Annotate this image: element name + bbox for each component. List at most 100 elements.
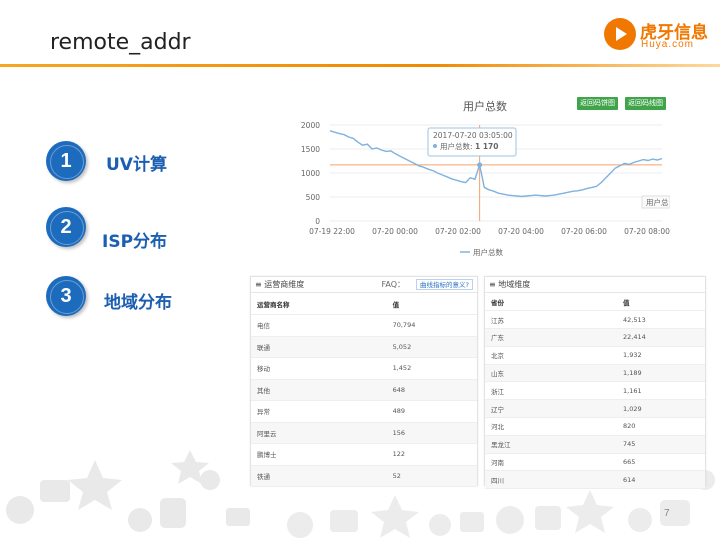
- y-tick-label: 0: [315, 217, 320, 226]
- number-badge: 2: [46, 207, 86, 247]
- region-name-cell: 辽宁: [491, 405, 504, 414]
- x-tick-label: 07-20 06:00: [561, 227, 607, 236]
- isp-name-cell: 其他: [257, 386, 270, 395]
- region-name-cell: 北京: [491, 352, 504, 361]
- table-row: 铁通 52: [251, 465, 477, 487]
- isp-name-cell: 移动: [257, 365, 270, 374]
- isp-value-cell: 156: [392, 428, 406, 437]
- isp-header-1: 值: [392, 300, 400, 309]
- region-value-cell: 820: [623, 422, 636, 431]
- tooltip-label: 用户总数:: [440, 141, 473, 151]
- x-tick-label: 07-20 08:00: [624, 227, 670, 236]
- y-tick-label: 2000: [301, 121, 320, 130]
- table-row: 广东 22,414: [485, 328, 705, 347]
- user-total-chart: 0 500 1000 1500 2000 07-19 22:00 07-20 00:00 07…: [300, 92, 670, 262]
- y-tick-label: 1000: [301, 169, 320, 178]
- menu-icon: ≡: [489, 280, 499, 289]
- isp-name-cell: 电信: [257, 322, 270, 331]
- table-row: 辽宁 1,029: [485, 399, 705, 418]
- header-divider: [0, 64, 720, 67]
- isp-value-cell: 52: [392, 471, 401, 480]
- huya-logo: 虎牙信息 Huya.com: [604, 18, 708, 52]
- region-value-cell: 1,029: [623, 404, 642, 413]
- table-row: 鹏博士 122: [251, 444, 477, 465]
- logo-text-en: Huya.com: [641, 39, 695, 50]
- tooltip-marker: [433, 144, 437, 148]
- side-label: 用户总: [646, 197, 669, 207]
- region-value-cell: 1,161: [623, 386, 642, 395]
- y-tick-label: 500: [306, 193, 321, 202]
- number-badge: 3: [46, 276, 86, 316]
- isp-value-cell: 5,052: [392, 342, 412, 351]
- number-badge: 1: [46, 141, 86, 181]
- table-row: 浙江 1,161: [485, 382, 705, 400]
- isp-value-cell: 122: [392, 450, 406, 459]
- table-row: 电信 70,794: [251, 315, 477, 336]
- isp-value-cell: 648: [392, 385, 406, 394]
- isp-name-cell: 阿里云: [257, 429, 277, 438]
- table-row: 山东 1,189: [485, 364, 705, 382]
- isp-panel-header: ≡ 运营商维度 FAQ： 曲线指标的意义?: [251, 277, 477, 293]
- table-row: 河北 820: [485, 418, 705, 436]
- region-name-cell: 浙江: [491, 387, 504, 396]
- y-tick-label: 1500: [301, 145, 320, 154]
- isp-value-cell: 1,452: [392, 364, 412, 373]
- region-header-1: 值: [623, 298, 630, 307]
- x-tick-label: 07-19 22:00: [309, 227, 355, 236]
- region-name-cell: 黑龙江: [491, 441, 511, 450]
- table-row: 河南 665: [485, 453, 705, 471]
- region-value-cell: 665: [623, 458, 636, 467]
- table-row: 异常 489: [251, 401, 477, 422]
- faq-link[interactable]: 曲线指标的意义?: [416, 279, 473, 290]
- line-chart: 0 500 1000 1500 2000 07-19 22:00 07-20 00:00 07…: [301, 121, 670, 257]
- table-row: 阿里云 156: [251, 422, 477, 444]
- region-value-cell: 745: [623, 440, 636, 449]
- isp-panel: ≡ 运营商维度 FAQ： 曲线指标的意义? 运营商名称 值电信 70,794 联通 5,…: [250, 276, 478, 487]
- item-label: ISP分布: [102, 232, 168, 252]
- region-header-0: 省份: [491, 298, 504, 307]
- page-number: 7: [664, 508, 670, 519]
- region-value-cell: 42,513: [623, 315, 646, 324]
- faq-label: FAQ：: [381, 280, 406, 289]
- region-name-cell: 广东: [491, 334, 504, 343]
- pie-chart-button[interactable]: 返回码饼图: [577, 97, 618, 110]
- tooltip-value: 1 170: [475, 142, 499, 151]
- menu-icon: ≡: [255, 280, 265, 289]
- region-value-cell: 1,189: [623, 369, 642, 378]
- isp-header-0: 运营商名称: [257, 300, 290, 309]
- isp-value-cell: 489: [392, 407, 406, 416]
- region-name-cell: 江苏: [491, 316, 504, 325]
- table-row: 江苏 42,513: [485, 311, 705, 329]
- legend-label: 用户总数: [473, 247, 503, 257]
- isp-name-cell: 鹏博士: [257, 451, 277, 460]
- x-tick-label: 07-20 00:00: [372, 227, 418, 236]
- hover-point: [477, 162, 483, 168]
- table-row: 四川 614: [485, 470, 705, 489]
- region-name-cell: 河北: [491, 423, 504, 432]
- table-row: 移动 1,452: [251, 358, 477, 379]
- item-label: UV计算: [106, 155, 167, 175]
- table-row: 其他 648: [251, 379, 477, 401]
- isp-name-cell: 联通: [257, 343, 270, 352]
- play-icon: [604, 18, 636, 50]
- table-row: 北京 1,932: [485, 346, 705, 365]
- x-tick-label: 07-20 04:00: [498, 227, 544, 236]
- region-name-cell: 河南: [491, 459, 504, 468]
- region-value-cell: 22,414: [623, 333, 646, 342]
- table-row: 黑龙江 745: [485, 435, 705, 454]
- region-name-cell: 四川: [491, 476, 504, 485]
- isp-name-cell: 异常: [257, 408, 270, 417]
- region-table: 省份 值江苏 42,513 广东 22,414 北京 1,932 山东 1,189 浙江 1,161…: [485, 293, 705, 489]
- table-row: 联通 5,052: [251, 336, 477, 358]
- isp-panel-title: 运营商维度: [264, 280, 305, 289]
- region-name-cell: 山东: [491, 370, 504, 379]
- line-chart-button[interactable]: 返回码线图: [625, 97, 666, 110]
- region-value-cell: 614: [623, 475, 636, 484]
- region-value-cell: 1,932: [623, 351, 642, 360]
- x-tick-label: 07-20 02:00: [435, 227, 481, 236]
- region-panel-header: ≡ 地域维度: [485, 277, 705, 293]
- isp-table: 运营商名称 值电信 70,794 联通 5,052 移动 1,452 其他 648 异常 489 阿里…: [251, 293, 477, 487]
- isp-value-cell: 70,794: [392, 321, 416, 330]
- region-panel: ≡ 地域维度 省份 值江苏 42,513 广东 22,414 北京 1,932 山东 1,189…: [484, 276, 706, 489]
- isp-name-cell: 铁通: [257, 472, 270, 481]
